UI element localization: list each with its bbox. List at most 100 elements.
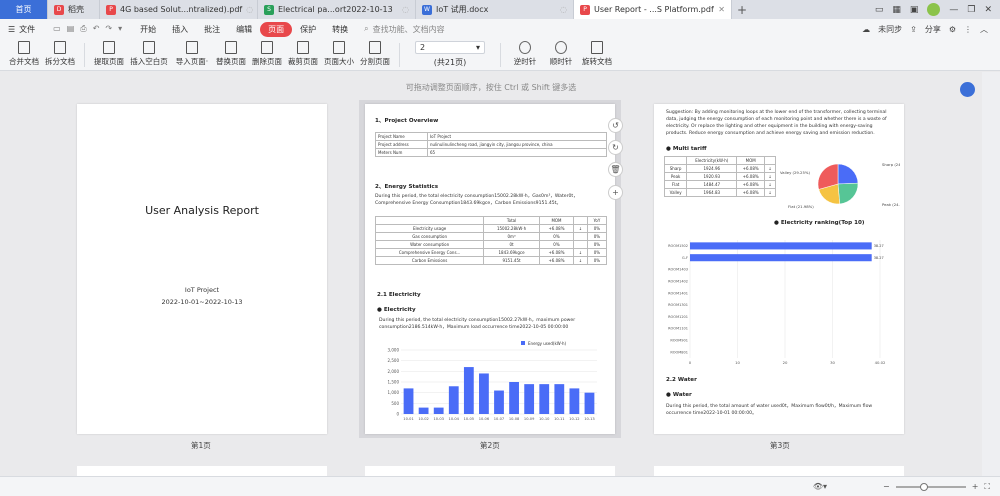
y-tick-label: G-F xyxy=(682,256,688,260)
more-icon[interactable]: ⋮ xyxy=(964,25,972,34)
new-tab-button[interactable]: + xyxy=(732,0,752,19)
zoom-knob[interactable] xyxy=(919,482,928,491)
import-page-button[interactable]: 导入页面· xyxy=(171,39,213,67)
close-window-icon[interactable]: ✕ xyxy=(984,5,992,15)
zoom-slider[interactable] xyxy=(895,482,966,491)
insert-blank-button[interactable]: 插入空白页 xyxy=(127,39,171,67)
vertical-scrollbar[interactable] xyxy=(982,72,1000,476)
x-tick-label: 20 xyxy=(783,360,788,365)
collapse-icon[interactable]: ︿ xyxy=(980,24,988,35)
add-page-icon[interactable]: + xyxy=(608,185,623,200)
cloud-sync-icon[interactable]: ☁ xyxy=(862,25,870,34)
tab-docer[interactable]: D 稻壳 xyxy=(48,0,100,19)
split-docs-button[interactable]: 拆分文档 xyxy=(42,39,78,67)
share-icon[interactable]: ⇪ xyxy=(910,25,917,34)
menu-bar: ☰ 文件 ▭ ▤ ⎙ ↶ ↷ ▾ 开始 插入 批注 编辑 页面 保护 转换 ⌕ … xyxy=(0,19,1000,39)
print-icon[interactable]: ⎙ xyxy=(80,24,86,34)
bullet-heading: ● Multi tariff xyxy=(666,146,707,152)
assistant-button[interactable] xyxy=(960,82,975,97)
button-label: 分割页面 xyxy=(360,57,390,66)
bar xyxy=(418,407,429,414)
slice-label: Sharp (24.25%) xyxy=(882,162,900,167)
table-cell: +6.08% xyxy=(538,248,575,257)
avatar[interactable] xyxy=(927,3,941,16)
grid-icon[interactable]: ▦ xyxy=(892,5,901,15)
tab-label: 首页 xyxy=(15,5,32,14)
button-label: 裁剪页面 xyxy=(288,57,318,66)
chevron-down-icon[interactable]: ▾ xyxy=(476,43,480,52)
layout-icon[interactable]: ▭ xyxy=(875,5,884,15)
page-thumbnail-5[interactable] xyxy=(365,466,615,476)
more-icon[interactable]: ▾ xyxy=(118,24,122,34)
x-tick-label: 10-13 xyxy=(584,417,594,421)
page-number-value: 2 xyxy=(420,43,426,52)
page-number-input[interactable]: 2 ▾ xyxy=(415,41,485,54)
minimize-icon[interactable]: — xyxy=(949,5,958,15)
settings-icon[interactable]: ⚙ xyxy=(949,25,956,34)
fit-icon[interactable]: ⛶ xyxy=(984,482,990,492)
rotate-cw-button[interactable]: 顺时针 xyxy=(543,39,579,67)
y-tick-label: 500 xyxy=(391,401,399,406)
button-label: 导入页面· xyxy=(175,57,209,66)
bullet-heading: ● Electricity xyxy=(377,307,416,313)
tab-user-report[interactable]: P User Report - ...S Platform.pdf ✕ xyxy=(574,0,732,19)
replace-page-button[interactable]: 替换页面 xyxy=(213,39,249,67)
page-thumbnail-1[interactable]: User Analysis Report IoT Project 2022-10… xyxy=(77,104,327,434)
merge-docs-button[interactable]: 合并文档 xyxy=(6,39,42,67)
undo-icon[interactable]: ↶ xyxy=(93,24,100,34)
restore-icon[interactable]: ❐ xyxy=(967,5,975,15)
split-page-button[interactable]: 分割页面 xyxy=(357,39,393,67)
page-size-button[interactable]: 页面大小 xyxy=(321,39,357,67)
menu-page[interactable]: 页面 xyxy=(260,21,293,37)
table-cell: 1920.93 xyxy=(686,172,738,181)
table-row: Project Name IoT Project xyxy=(375,132,607,141)
suggestion-paragraph: Suggestion: By adding monitoring loops a… xyxy=(666,110,887,136)
page-thumbnail-3[interactable]: Suggestion: By adding monitoring loops a… xyxy=(654,104,904,434)
menu-start[interactable]: 开始 xyxy=(132,24,164,35)
tab-electrical[interactable]: S Electrical pa...ort2022-10-13 ◌ xyxy=(258,0,416,19)
page-thumbnail-6[interactable] xyxy=(654,466,904,476)
rotate-ccw-button[interactable]: 逆时针 xyxy=(507,39,543,67)
menu-protect[interactable]: 保护 xyxy=(292,24,324,35)
menu-insert[interactable]: 插入 xyxy=(164,24,196,35)
pdf-icon: P xyxy=(106,4,116,15)
y-tick-label: 3,000 xyxy=(388,348,400,353)
page-thumbnail-2[interactable]: 1、Project Overview Project Name IoT Proje… xyxy=(365,104,615,434)
table-cell: ↓ xyxy=(764,180,776,189)
crop-page-button[interactable]: 裁剪页面 xyxy=(285,39,321,67)
open-icon[interactable]: ▭ xyxy=(53,24,61,34)
rotate-doc-button[interactable]: 旋转文档 xyxy=(579,39,615,67)
tab-home[interactable]: 首页 xyxy=(0,0,48,19)
rotate-ccw-icon[interactable]: ↺ xyxy=(608,118,623,133)
share-label[interactable]: 分享 xyxy=(925,24,941,35)
page-thumbnail-4[interactable] xyxy=(77,466,327,476)
save-icon[interactable]: ▤ xyxy=(67,24,75,34)
section-heading: 2、Energy Statistics xyxy=(375,184,439,190)
x-tick-label: 0 xyxy=(689,360,692,365)
menu-comment[interactable]: 批注 xyxy=(196,24,228,35)
rotate-cw-icon[interactable]: ↻ xyxy=(608,140,623,155)
menu-convert[interactable]: 转换 xyxy=(324,24,356,35)
skin-icon[interactable]: ▣ xyxy=(910,5,919,15)
search-box[interactable]: ⌕ 查找功能、文档内容 xyxy=(364,24,444,35)
slice-label: Peak (24.20%) xyxy=(882,202,900,207)
menu-edit[interactable]: 编辑 xyxy=(228,24,260,35)
delete-icon[interactable]: 🗑 xyxy=(608,162,623,177)
eye-icon[interactable]: 👁▾ xyxy=(813,482,827,491)
table-cell: 1964.83 xyxy=(686,188,738,197)
zoom-out-button[interactable]: − xyxy=(883,482,890,491)
menu-file[interactable]: 文件 xyxy=(19,24,43,35)
table-cell: 0% xyxy=(586,232,608,241)
close-tab-icon[interactable]: ✕ xyxy=(718,5,725,14)
bar xyxy=(433,407,444,414)
date-range: 2022-10-01~2022-10-13 xyxy=(161,298,243,306)
delete-page-button[interactable]: 删除页面 xyxy=(249,39,285,67)
hamburger-icon[interactable]: ☰ xyxy=(8,25,15,34)
tab-iot-docx[interactable]: W IoT 试用.docx ◌ xyxy=(416,0,574,19)
zoom-in-button[interactable]: + xyxy=(972,482,979,491)
tab-pdf-4g[interactable]: P 4G based Solut...ntralized).pdf ◌ xyxy=(100,0,258,19)
extract-page-button[interactable]: 提取页面 xyxy=(91,39,127,67)
bar xyxy=(539,384,550,414)
sync-label[interactable]: 未同步 xyxy=(878,24,902,35)
redo-icon[interactable]: ↷ xyxy=(105,24,112,34)
